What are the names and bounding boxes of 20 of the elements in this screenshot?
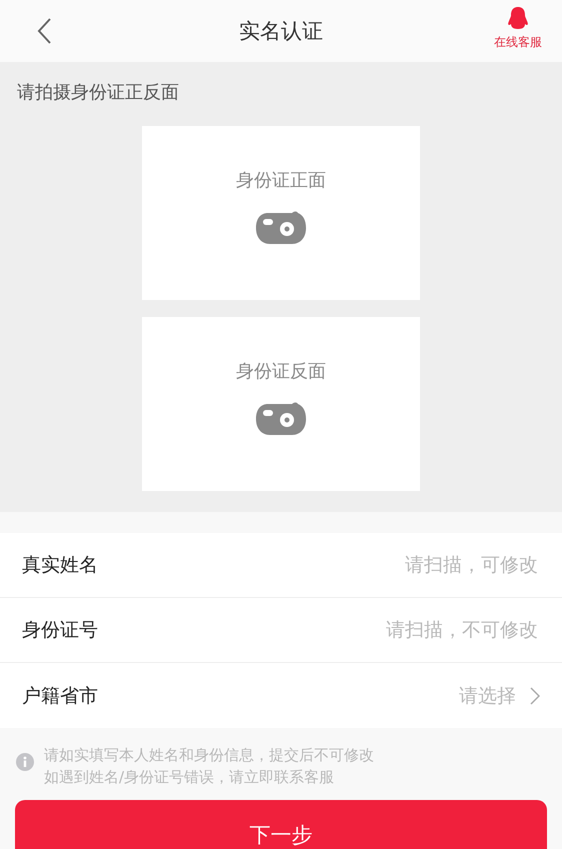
section-label: 请拍摄身份证正反面 (16, 81, 179, 105)
province-select[interactable]: 请选择 (459, 682, 540, 708)
notice-text: 请如实填写本人姓名和身份信息，提交后不可修改 (44, 745, 374, 766)
back-icon[interactable] (36, 17, 52, 45)
camera-icon (256, 401, 306, 437)
next-step-button[interactable]: 下一步 (15, 800, 547, 849)
penguin-icon (506, 6, 530, 32)
info-icon (16, 753, 34, 771)
chevron-right-icon (530, 686, 540, 704)
camera-icon (256, 210, 306, 246)
page-title: 实名认证 (239, 18, 323, 45)
id-card-upload[interactable]: 身份证反面 (142, 317, 420, 491)
field-label: 身份证号 (22, 618, 98, 643)
field-label: 户籍省市 (22, 684, 98, 708)
id-card-upload[interactable]: 身份证正面 (142, 126, 420, 300)
notice-text: 如遇到姓名/身份证号错误，请立即联系客服 (44, 767, 336, 788)
input-field[interactable]: 请扫描，可修改 (236, 553, 540, 577)
field-label: 真实姓名 (22, 553, 98, 578)
input-field[interactable]: 请扫描，不可修改 (236, 618, 540, 642)
online-service-button[interactable]: 在线客服 (494, 6, 542, 51)
